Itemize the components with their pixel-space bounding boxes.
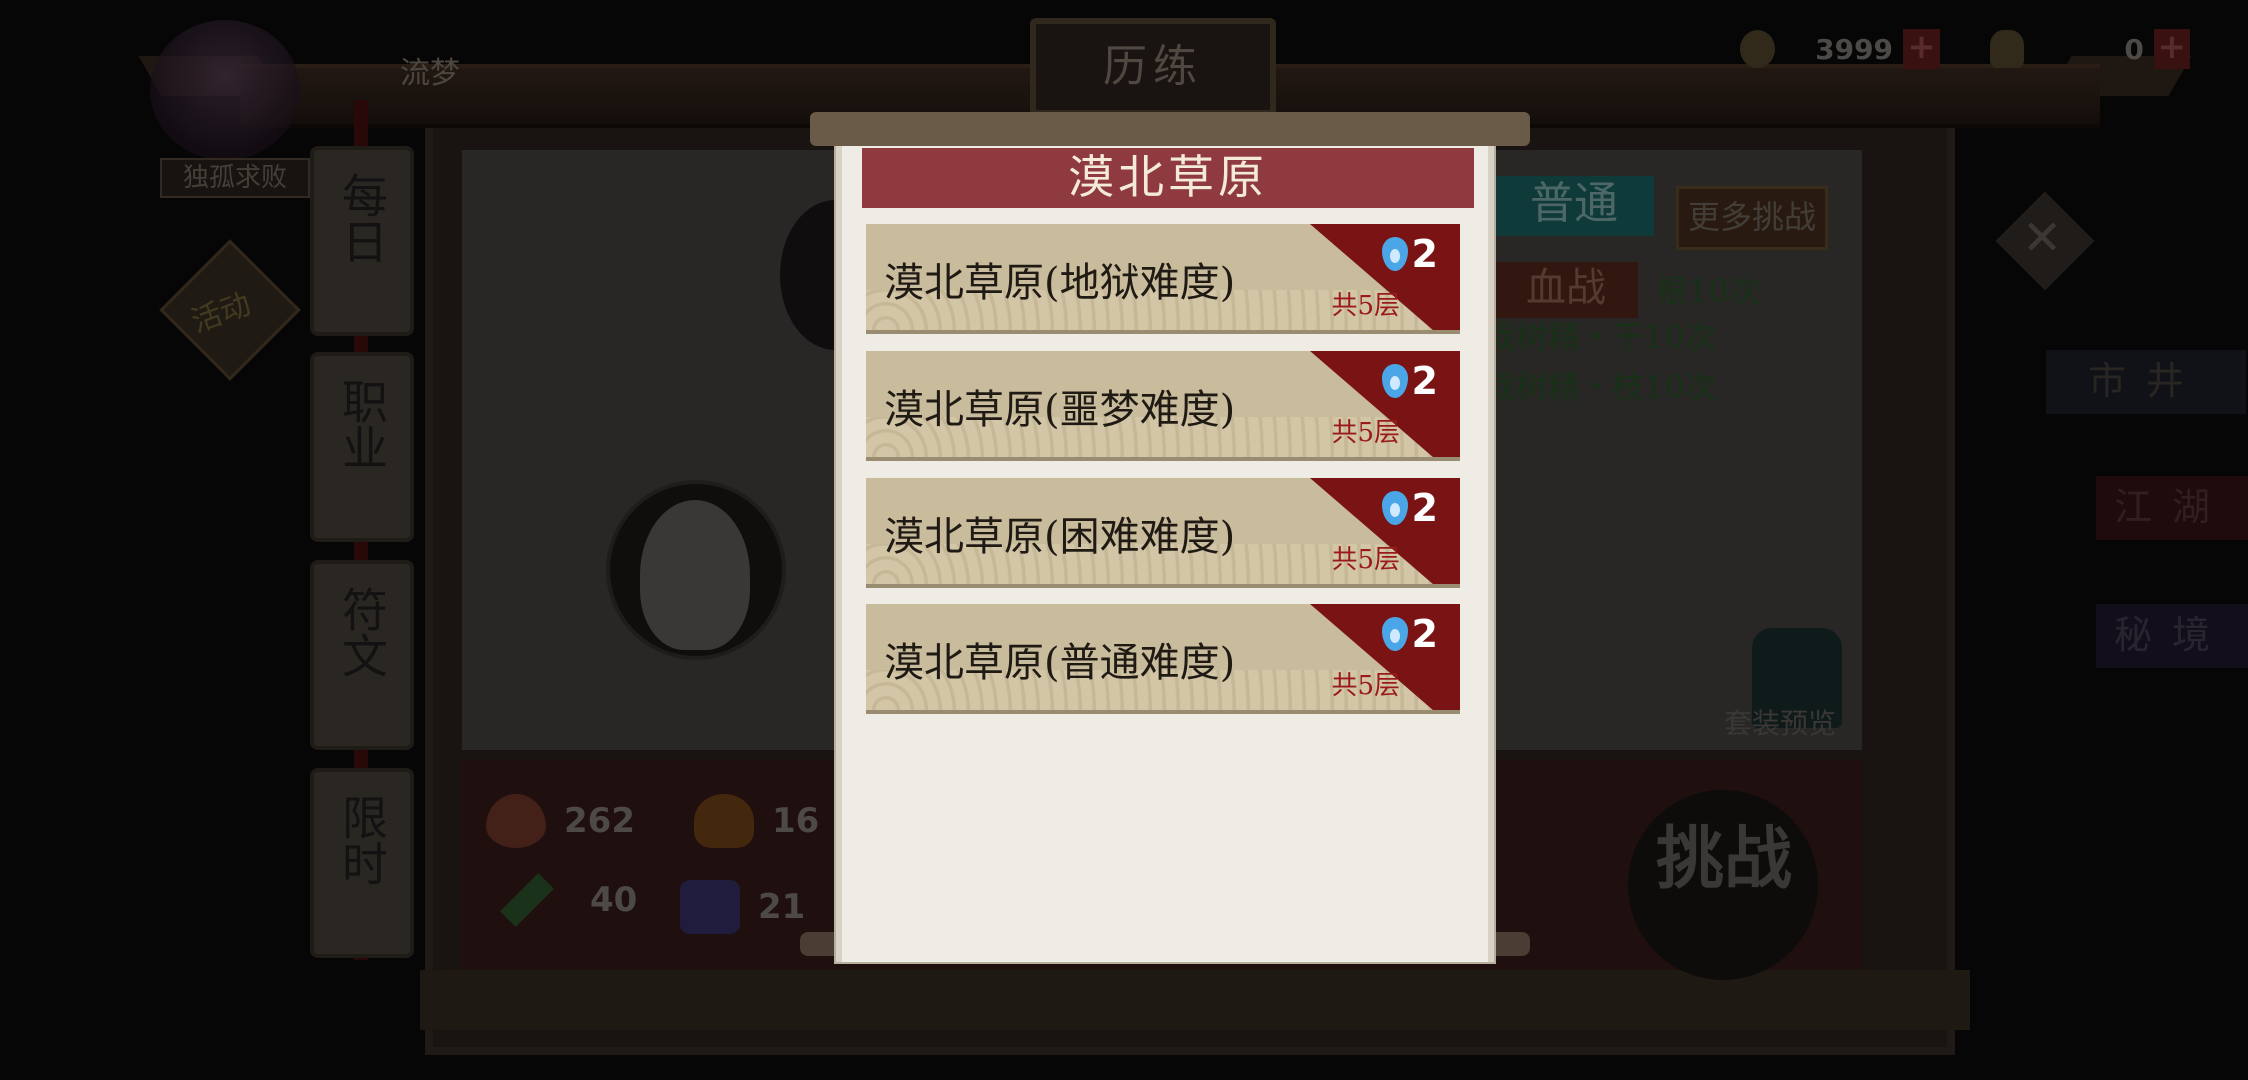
stage-cost: 2 bbox=[1381, 232, 1438, 276]
stage-floors: 共5层 bbox=[1331, 291, 1400, 321]
armor-icon bbox=[680, 880, 740, 934]
player-name: 流梦 bbox=[400, 56, 460, 91]
gold-ingot-icon bbox=[1990, 30, 2025, 68]
gold-counter: 0 + bbox=[1990, 26, 2190, 72]
stage-cost-value: 2 bbox=[1411, 612, 1438, 656]
stat-attack-value: 40 bbox=[590, 880, 638, 920]
modal-title: 漠北草原 bbox=[862, 148, 1474, 208]
stat-attack: 40 bbox=[500, 873, 638, 927]
add-gold-button[interactable]: + bbox=[2153, 29, 2190, 69]
stat-defense-value: 21 bbox=[758, 887, 806, 927]
add-coins-button[interactable]: + bbox=[1903, 29, 1940, 69]
stat-hp: 262 bbox=[486, 794, 635, 848]
stat-fire-value: 16 bbox=[772, 801, 820, 841]
page-title: 历练 bbox=[1103, 41, 1203, 92]
tab-daily-label: 每日 bbox=[335, 172, 389, 264]
stage-name: 漠北草原(噩梦难度) bbox=[884, 387, 1236, 433]
stage-item-hard[interactable]: 漠北草原(困难难度) 2 共5层 bbox=[866, 478, 1460, 588]
market-button[interactable]: 市井 bbox=[2046, 350, 2246, 414]
bottom-beam bbox=[420, 970, 1970, 1030]
stage-floors: 共5层 bbox=[1331, 545, 1400, 575]
coin-counter: 3999 + bbox=[1740, 26, 1940, 72]
stat-hp-value: 262 bbox=[564, 801, 635, 841]
jianghu-button[interactable]: 江湖 bbox=[2096, 476, 2248, 540]
stage-cost-value: 2 bbox=[1411, 232, 1438, 276]
stage-cost: 2 bbox=[1381, 612, 1438, 656]
tab-daily[interactable]: 每日 bbox=[310, 146, 414, 336]
stage-cost-value: 2 bbox=[1411, 359, 1438, 403]
heart-icon bbox=[486, 794, 546, 848]
tab-profession-label: 职业 bbox=[335, 378, 389, 470]
stage-name: 漠北草原(困难难度) bbox=[884, 514, 1236, 560]
scroll-rod-top bbox=[810, 112, 1530, 146]
stage-item-hell[interactable]: 漠北草原(地狱难度) 2 共5层 bbox=[866, 224, 1460, 334]
player-rank-badge: 独孤求败 bbox=[160, 158, 310, 198]
set-preview-button[interactable]: 套装预览 bbox=[1724, 702, 1836, 742]
stage-name: 漠北草原(普通难度) bbox=[884, 640, 1236, 686]
stage-item-nightmare[interactable]: 漠北草原(噩梦难度) 2 共5层 bbox=[866, 351, 1460, 461]
stage-cost: 2 bbox=[1381, 359, 1438, 403]
coin-amount: 3999 bbox=[1815, 32, 1894, 66]
stage-cost-value: 2 bbox=[1411, 486, 1438, 530]
more-challenges-button[interactable]: 更多挑战 bbox=[1676, 186, 1828, 250]
player-avatar[interactable] bbox=[150, 20, 300, 160]
stamina-drop-icon bbox=[1381, 364, 1408, 398]
challenge-button[interactable]: 挑战 bbox=[1628, 790, 1818, 980]
mode-blood-battle-tab[interactable]: 血战 bbox=[1494, 262, 1638, 318]
stage-item-normal[interactable]: 漠北草原(普通难度) 2 共5层 bbox=[866, 604, 1460, 714]
challenge-label: 挑战 bbox=[1656, 819, 1793, 899]
stage-floors: 共5层 bbox=[1331, 671, 1400, 701]
page-title-plaque: 历练 bbox=[1030, 18, 1276, 116]
tab-limited[interactable]: 限时 bbox=[310, 768, 414, 958]
mijing-button[interactable]: 秘境 bbox=[2096, 604, 2248, 668]
stage-name: 漠北草原(地狱难度) bbox=[884, 260, 1236, 306]
sword-icon bbox=[500, 873, 554, 927]
stat-defense: 21 bbox=[680, 880, 805, 934]
stamina-drop-icon bbox=[1381, 237, 1408, 271]
stamina-drop-icon bbox=[1381, 491, 1408, 525]
stamina-drop-icon bbox=[1381, 617, 1408, 651]
tab-rune-label: 符文 bbox=[335, 586, 389, 678]
character-face bbox=[640, 500, 750, 650]
stat-fire: 16 bbox=[694, 794, 819, 848]
close-icon: ✕ bbox=[2022, 210, 2063, 266]
coin-icon bbox=[1740, 30, 1776, 68]
game-screen: 流梦 独孤求败 历练 3999 + 0 + 每日 职业 符文 限时 活动 262… bbox=[0, 0, 2248, 1080]
mode-normal-tab[interactable]: 普通 bbox=[1494, 176, 1654, 236]
tab-limited-label: 限时 bbox=[335, 794, 389, 886]
tab-rune[interactable]: 符文 bbox=[310, 560, 414, 750]
task-item: 栽树精・干10次 bbox=[1484, 318, 1717, 356]
stage-cost: 2 bbox=[1381, 486, 1438, 530]
gold-amount: 0 bbox=[2124, 32, 2144, 66]
tab-profession[interactable]: 职业 bbox=[310, 352, 414, 542]
task-item: 栽树精・枝10次 bbox=[1484, 368, 1717, 406]
stage-floors: 共5层 bbox=[1331, 418, 1400, 448]
task-item: 根10次 bbox=[1656, 272, 1761, 310]
flame-icon bbox=[694, 794, 754, 848]
